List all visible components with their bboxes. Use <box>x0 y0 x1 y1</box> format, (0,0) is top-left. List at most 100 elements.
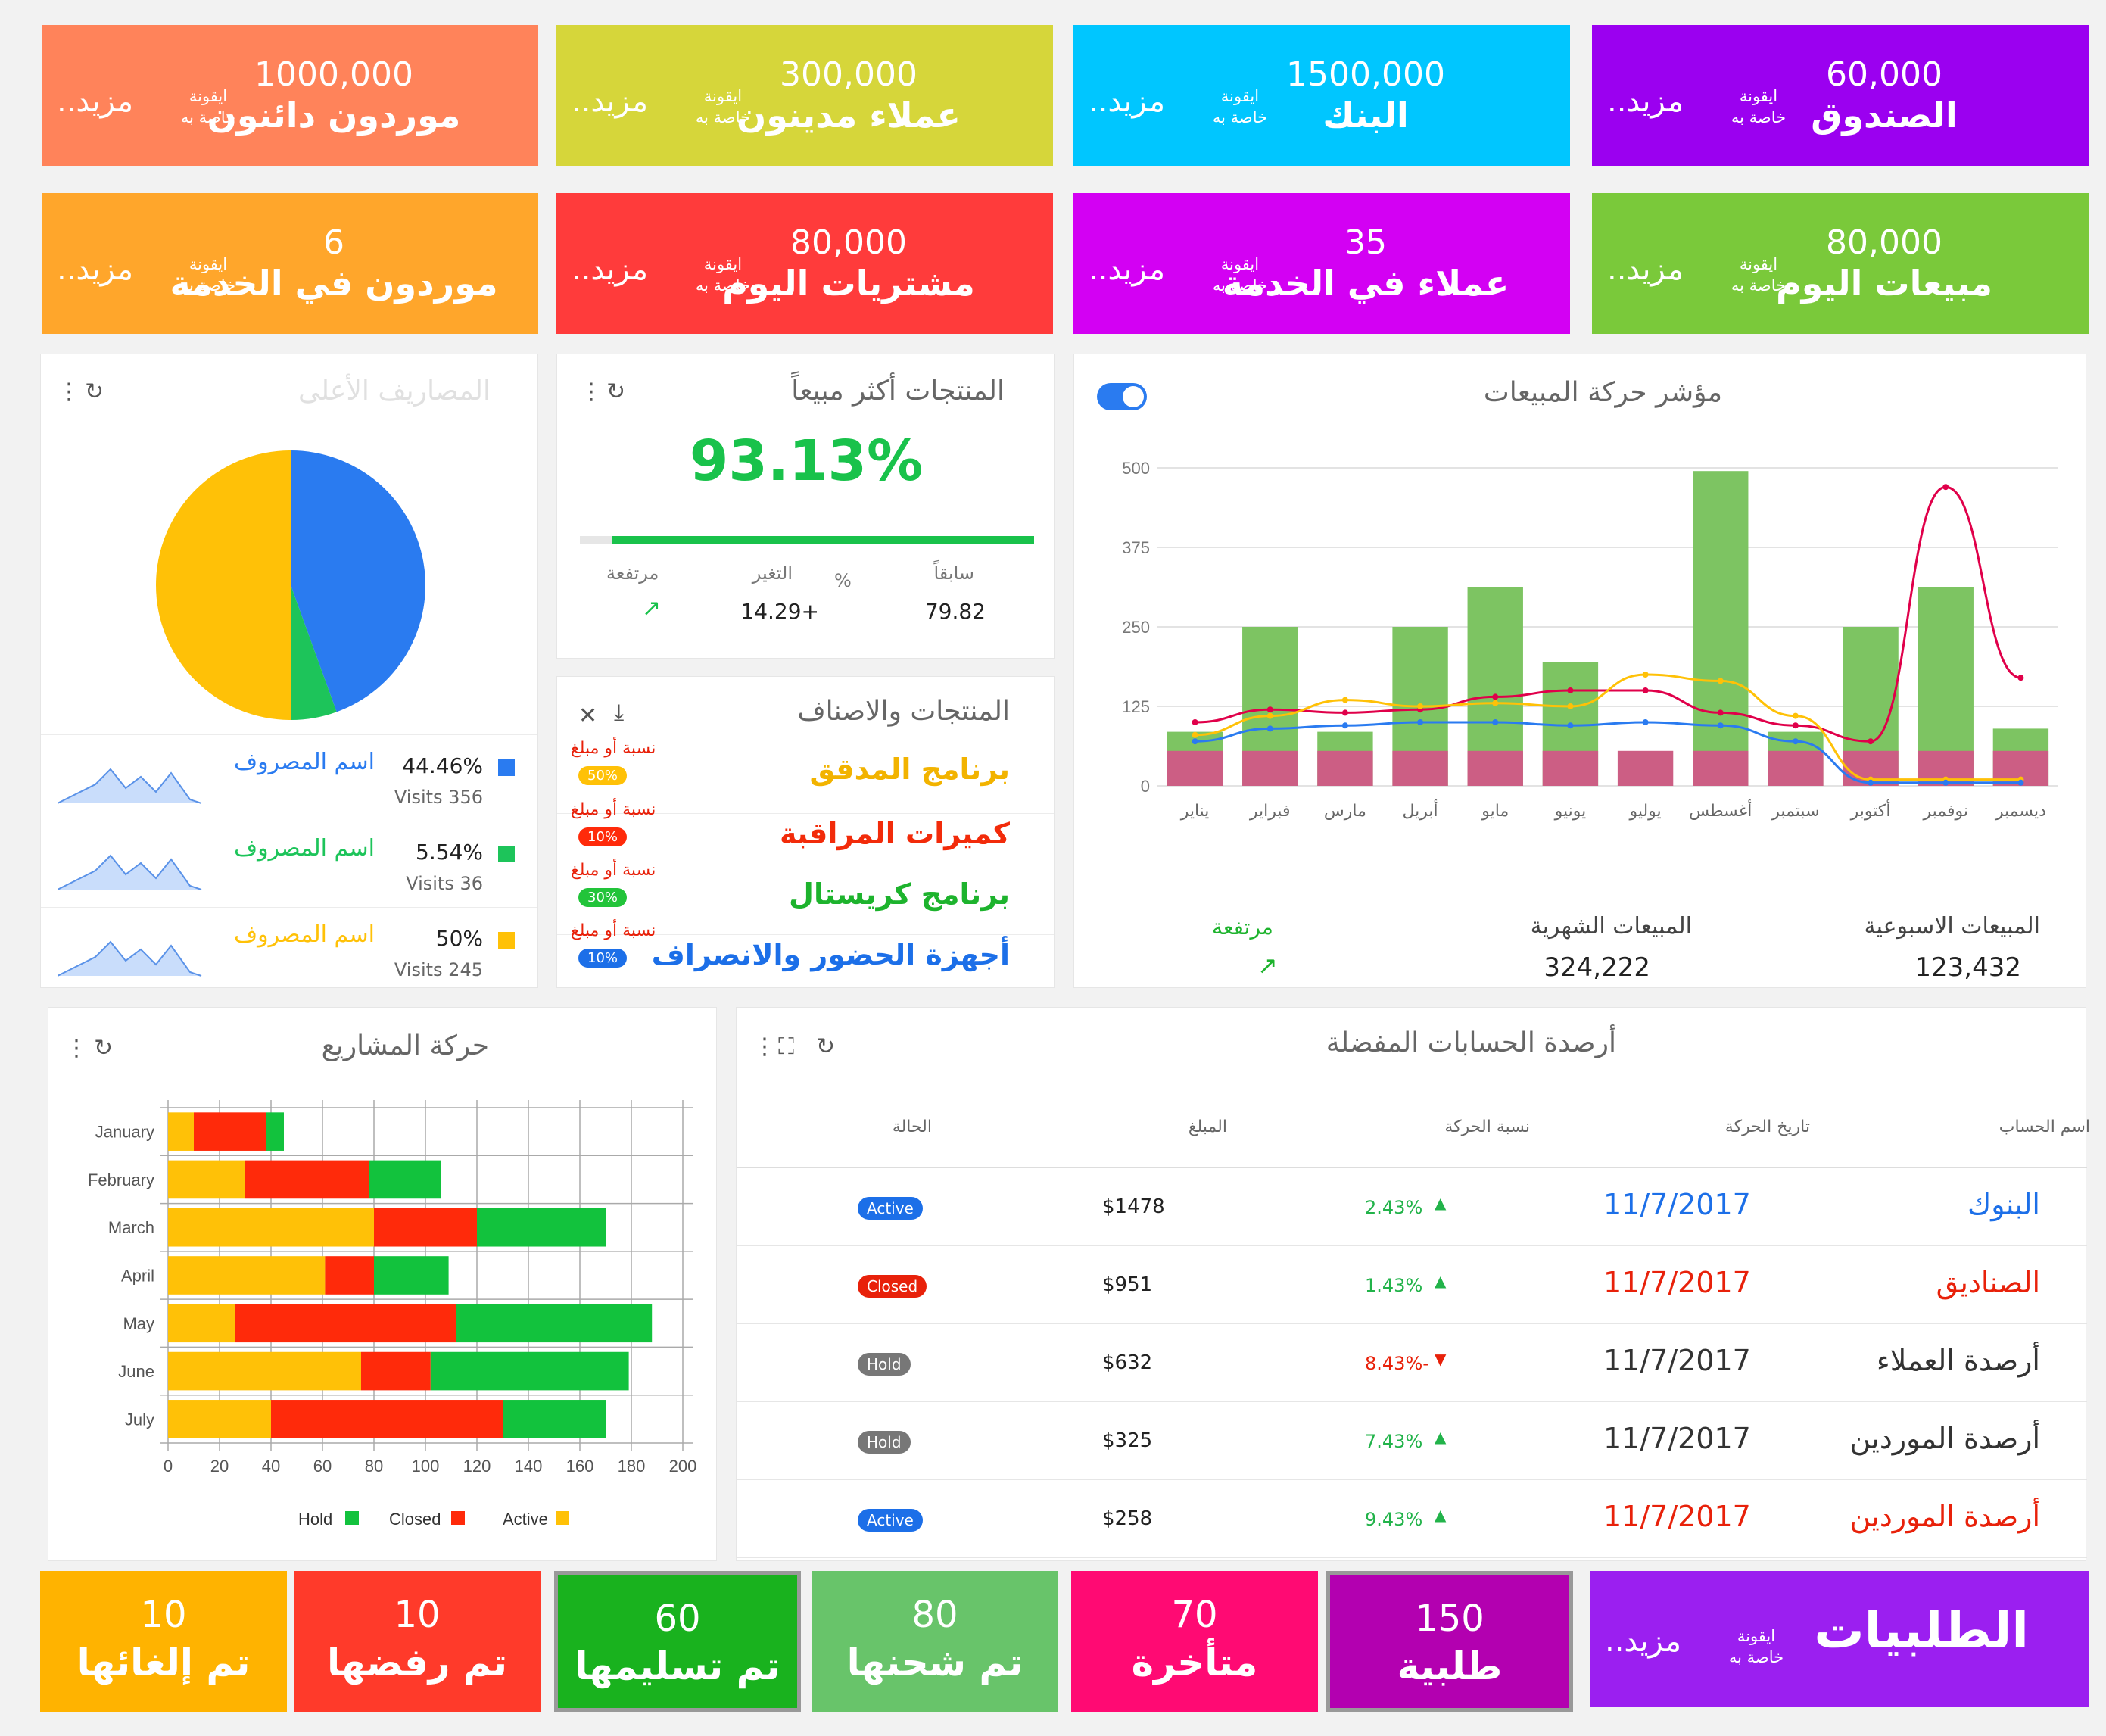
order-label: تم تسليمها <box>575 1644 780 1688</box>
weekly-sales-value: 123,432 <box>1914 952 2021 983</box>
tile-more-link[interactable]: مزيد.. <box>57 252 133 287</box>
y-tick-label: April <box>121 1267 154 1286</box>
line-point <box>2017 675 2024 681</box>
summary-tile[interactable]: 35 عملاء في الخدمة ايقونة خاصة به مزيد.. <box>1073 193 1570 334</box>
more-vert-icon[interactable]: ⋮ <box>58 379 80 405</box>
sales-chart-title: مؤشر حركة المبيعات <box>1483 377 1722 408</box>
x-tick-label: 180 <box>618 1457 646 1476</box>
table-row[interactable]: الصناديق 11/7/2017 1.43% ▲ $951 Closed <box>737 1246 2087 1324</box>
legend-swatch <box>498 759 515 776</box>
order-tile[interactable]: 150 طلبية <box>1326 1571 1573 1712</box>
summary-tile[interactable]: 1500,000 البنك ايقونة خاصة به مزيد.. <box>1073 25 1570 166</box>
summary-tile[interactable]: 6 موردون في الخدمة ايقونة خاصة به مزيد.. <box>42 193 538 334</box>
order-tile[interactable]: 10 تم رفضها <box>294 1571 541 1712</box>
refresh-icon[interactable]: ↻ <box>606 379 625 405</box>
product-badge: 10% <box>578 827 628 846</box>
more-vert-icon[interactable]: ⋮ <box>753 1033 776 1060</box>
orders-tile[interactable]: الطلبيات ايقونة خاصة به مزيد.. <box>1590 1571 2089 1707</box>
expense-name: اسم المصروف <box>234 749 375 775</box>
products-list-card: المنتجات والاصناف ✕ ⤓ برنامج المدقق نسبة … <box>556 676 1055 988</box>
order-tile[interactable]: 60 تم تسليمها <box>554 1571 801 1712</box>
legend-label: Hold <box>298 1510 332 1529</box>
account-date: 11/7/2017 <box>1603 1500 1751 1533</box>
y-tick-label: 125 <box>1122 697 1150 716</box>
x-tick-label: أكتوبر <box>1850 799 1891 821</box>
download-icon[interactable]: ⤓ <box>614 700 624 726</box>
y-tick-label: 0 <box>1141 777 1150 796</box>
expense-row[interactable]: 5.54% Visits 36 اسم المصروف <box>41 821 537 905</box>
account-date: 11/7/2017 <box>1603 1422 1751 1455</box>
orders-more-link[interactable]: مزيد.. <box>1605 1624 1681 1659</box>
toggle-switch[interactable] <box>1097 383 1147 410</box>
summary-tile[interactable]: 80,000 مشتريات اليوم ايقونة خاصة به مزيد.. <box>556 193 1053 334</box>
refresh-icon[interactable]: ↻ <box>85 379 104 405</box>
sales-base-bar <box>1167 750 1223 786</box>
line-point <box>1868 779 1874 786</box>
close-icon[interactable]: ✕ <box>578 703 597 729</box>
account-name: الصناديق <box>1936 1266 2040 1299</box>
tile-more-link[interactable]: مزيد.. <box>57 84 133 119</box>
table-row[interactable]: البنوك 11/7/2017 2.43% ▲ $1478 Active <box>737 1168 2087 1246</box>
account-amount: $1478 <box>1102 1195 1165 1218</box>
project-bar <box>374 1256 449 1295</box>
status-badge: Closed <box>858 1275 927 1298</box>
summary-tile[interactable]: 1000,000 موردون دائنون ايقونة خاصة به مزيد.… <box>42 25 538 166</box>
x-tick-label: ديسمبر <box>1995 802 2046 821</box>
summary-tile[interactable]: 60,000 الصندوق ايقونة خاصة به مزيد.. <box>1592 25 2089 166</box>
tile-more-link[interactable]: مزيد.. <box>572 84 648 119</box>
caret-up-icon: ▲ <box>1435 1194 1447 1212</box>
project-bar <box>168 1112 194 1151</box>
status-badge: Hold <box>858 1431 911 1454</box>
product-name: أجهزة الحضور والانصراف <box>651 938 1010 971</box>
line-point <box>1792 722 1799 729</box>
table-row[interactable]: أرصدة العملاء 11/7/2017 8.43%- ▼ $632 Hold <box>737 1324 2087 1402</box>
expense-row[interactable]: 50% Visits 245 اسم المصروف <box>41 907 537 992</box>
project-bar <box>168 1304 235 1343</box>
progress-track <box>580 536 1034 544</box>
tile-more-link[interactable]: مزيد.. <box>1607 252 1684 287</box>
sparkline <box>58 768 202 804</box>
sales-base-bar <box>1242 750 1298 786</box>
order-tile[interactable]: 70 متأخرة <box>1071 1571 1318 1712</box>
orders-icon: ايقونة خاصة به <box>1728 1627 1784 1666</box>
x-tick-label: نوفمبر <box>1922 802 1968 821</box>
expense-visits: Visits 245 <box>394 959 483 980</box>
tile-more-link[interactable]: مزيد.. <box>1089 84 1165 119</box>
summary-tile[interactable]: 80,000 مبيعات اليوم ايقونة خاصة به مزيد.. <box>1592 193 2089 334</box>
product-row[interactable]: أجهزة الحضور والانصراف نسبة أو مبلغ 10% <box>557 921 1054 993</box>
project-bar <box>503 1400 606 1438</box>
summary-tile[interactable]: 300,000 عملاء مدينون ايقونة خاصة به مزيد.. <box>556 25 1053 166</box>
x-tick-label: 60 <box>313 1457 332 1476</box>
expense-row[interactable]: 44.46% Visits 356 اسم المصروف <box>41 734 537 819</box>
x-tick-label: يوليو <box>1628 802 1661 821</box>
y-tick-label: 500 <box>1122 460 1150 478</box>
x-tick-label: مارس <box>1324 802 1366 821</box>
y-tick-label: May <box>123 1314 154 1333</box>
top-expenses-card: المصاريف الأعلى ↻ ⋮ 44.46% Visits 356 اسم … <box>40 354 538 988</box>
more-vert-icon[interactable]: ⋮ <box>580 379 603 405</box>
tile-more-link[interactable]: مزيد.. <box>1089 252 1165 287</box>
account-name: البنوك <box>1967 1188 2040 1221</box>
legend-label: Active <box>503 1510 548 1529</box>
best-products-title: المنتجات أكثر مبيعاً <box>791 376 1005 407</box>
best-products-card: المنتجات أكثر مبيعاً ↻ ⋮ 93.13% سابقاً %… <box>556 354 1055 659</box>
line-point <box>1868 738 1874 745</box>
prev-label: سابقاً <box>933 563 974 584</box>
tile-more-link[interactable]: مزيد.. <box>1607 84 1684 119</box>
x-tick-label: 20 <box>210 1457 229 1476</box>
tile-more-link[interactable]: مزيد.. <box>572 252 648 287</box>
project-bar <box>325 1256 374 1295</box>
line-point <box>1492 693 1499 700</box>
expense-pct: 44.46% <box>402 753 483 778</box>
table-row[interactable]: أرصدة الموردين 11/7/2017 7.43% ▲ $325 Hold <box>737 1402 2087 1480</box>
order-count: 10 <box>394 1594 441 1636</box>
table-row[interactable]: أرصدة الموردين 11/7/2017 9.43% ▲ $258 Active <box>737 1480 2087 1558</box>
order-label: متأخرة <box>1131 1641 1258 1685</box>
refresh-icon[interactable]: ↻ <box>816 1033 835 1060</box>
caret-up-icon: ▲ <box>1435 1428 1447 1446</box>
order-tile[interactable]: 10 تم إلغائها <box>40 1571 287 1712</box>
order-tile[interactable]: 80 تم شحنها <box>812 1571 1058 1712</box>
fullscreen-icon[interactable]: ⛶ <box>778 1033 794 1060</box>
x-tick-label: يونيو <box>1554 802 1587 821</box>
account-amount: $258 <box>1102 1507 1153 1530</box>
